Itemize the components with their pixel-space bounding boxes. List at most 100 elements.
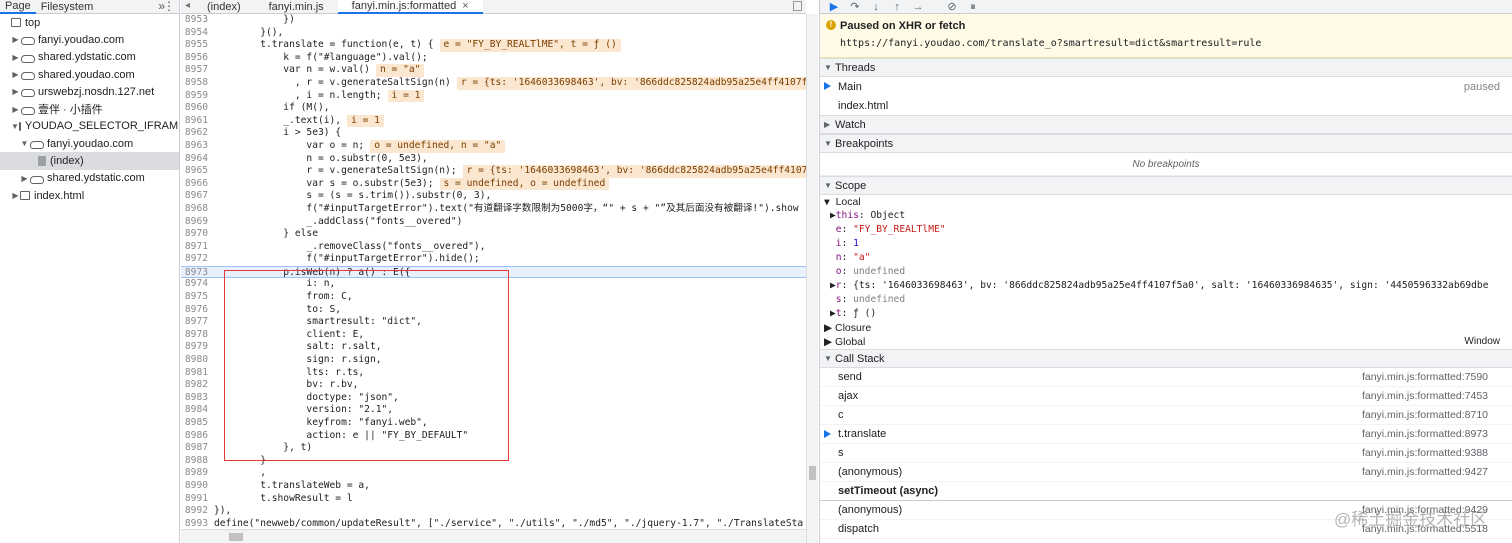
line-number[interactable]: 8971 <box>181 241 214 254</box>
call-frame[interactable]: (anonymous) fanyi.min.js:formatted:9427 <box>820 463 1512 482</box>
line-number[interactable]: 8973 <box>181 267 214 278</box>
line-number[interactable]: 8961 <box>181 115 214 128</box>
tab-fanyi-min-js[interactable]: fanyi.min.js <box>255 0 338 14</box>
line-number[interactable]: 8975 <box>181 291 214 304</box>
code-line[interactable]: 8971 _.removeClass("fonts__overed"), <box>181 241 806 254</box>
scope-variable[interactable]: ▶t: ƒ () <box>820 307 1512 321</box>
line-number[interactable]: 8988 <box>181 455 214 468</box>
line-number[interactable]: 8992 <box>181 505 214 518</box>
line-number[interactable]: 8963 <box>181 140 214 153</box>
frame-location[interactable]: fanyi.min.js:formatted:8973 <box>1362 428 1488 440</box>
deactivate-breakpoints-icon[interactable]: ⊘ <box>946 1 958 13</box>
line-number[interactable]: 8966 <box>181 178 214 191</box>
tree-item[interactable]: ▶ index.html <box>0 187 179 204</box>
line-number[interactable]: 8958 <box>181 77 214 90</box>
line-number[interactable]: 8959 <box>181 90 214 103</box>
code-line[interactable]: 8955 t.translate = function(e, t) {e = "… <box>181 39 806 52</box>
toggle-navigator-icon[interactable]: ◂ <box>185 0 190 11</box>
tree-item[interactable]: ▶ 壹伴 · 小插件 <box>0 100 179 117</box>
pause-on-exceptions-icon[interactable]: ⏸ <box>967 1 979 13</box>
tree-item[interactable]: ▶ shared.ydstatic.com <box>0 170 179 187</box>
collapsed-arrow-icon[interactable]: ▶ <box>11 87 20 96</box>
step-into-icon[interactable]: ↓ <box>870 1 882 13</box>
code-line[interactable]: 8959 , i = n.length; i = 1 <box>181 89 806 103</box>
code-line[interactable]: 8964 n = o.substr(0, 5e3), <box>181 153 806 166</box>
scope-closure[interactable]: ▶ Closure <box>820 321 1512 335</box>
close-tab-icon[interactable]: × <box>462 0 468 12</box>
line-number[interactable]: 8954 <box>181 27 214 40</box>
line-number[interactable]: 8968 <box>181 203 214 216</box>
code-line[interactable]: 8969 _.addClass("fonts__overed") <box>181 216 806 229</box>
thread-main[interactable]: Main paused <box>820 77 1512 96</box>
line-number[interactable]: 8974 <box>181 278 214 291</box>
line-number[interactable]: 8965 <box>181 165 214 178</box>
line-number[interactable]: 8991 <box>181 493 214 506</box>
line-number[interactable]: 8957 <box>181 64 214 77</box>
code-line[interactable]: 8960 if (M(), <box>181 102 806 115</box>
line-number[interactable]: 8969 <box>181 216 214 229</box>
call-frame[interactable]: s fanyi.min.js:formatted:9388 <box>820 444 1512 463</box>
code-line[interactable]: 8967 s = (s = s.trim()).substr(0, 3), <box>181 190 806 203</box>
tab-page[interactable]: Page <box>0 0 36 14</box>
line-number[interactable]: 8964 <box>181 153 214 166</box>
section-call-stack[interactable]: ▼ Call Stack <box>820 349 1512 368</box>
line-number[interactable]: 8977 <box>181 316 214 329</box>
line-number[interactable]: 8956 <box>181 52 214 65</box>
expand-arrow-icon[interactable]: ▼ <box>20 139 29 148</box>
scope-local[interactable]: ▼ Local <box>820 195 1512 209</box>
tree-item[interactable]: ▼ YOUDAO_SELECTOR_IFRAME (fa <box>0 118 179 135</box>
line-number[interactable]: 8976 <box>181 304 214 317</box>
line-number[interactable]: 8967 <box>181 190 214 203</box>
call-frame[interactable]: c fanyi.min.js:formatted:8710 <box>820 406 1512 425</box>
section-watch[interactable]: ▶ Watch <box>820 115 1512 134</box>
expand-arrow-icon[interactable]: ▼ <box>11 122 19 131</box>
tab-index[interactable]: (index) <box>193 0 255 14</box>
line-number[interactable]: 8979 <box>181 341 214 354</box>
step-out-icon[interactable]: ↑ <box>891 1 903 13</box>
frame-location[interactable]: fanyi.min.js:formatted:9427 <box>1362 466 1488 478</box>
tree-item[interactable]: ▶ shared.ydstatic.com <box>0 49 179 66</box>
scope-variable[interactable]: s: undefined <box>820 293 1512 307</box>
collapsed-arrow-icon[interactable]: ▶ <box>11 70 20 79</box>
section-scope[interactable]: ▼ Scope <box>820 176 1512 195</box>
line-number[interactable]: 8987 <box>181 442 214 455</box>
frame-location[interactable]: fanyi.min.js:formatted:7590 <box>1362 371 1488 383</box>
thread-index[interactable]: index.html <box>820 96 1512 115</box>
scope-variable[interactable]: e: "FY_BY_REALTlME" <box>820 223 1512 237</box>
tab-filesystem[interactable]: Filesystem <box>36 0 99 14</box>
section-threads[interactable]: ▼ Threads <box>820 58 1512 77</box>
call-frame[interactable]: ajax fanyi.min.js:formatted:7453 <box>820 387 1512 406</box>
code-line[interactable]: 8989 , <box>181 467 806 480</box>
scroll-thumb[interactable] <box>229 533 243 541</box>
tree-item[interactable]: top <box>0 14 179 31</box>
tree-item[interactable]: ▶ urswebzj.nosdn.127.net <box>0 83 179 100</box>
code-line[interactable]: 8962 i > 5e3) { <box>181 127 806 140</box>
resume-icon[interactable]: ▶ <box>828 1 840 13</box>
step-over-icon[interactable]: ↷ <box>849 1 861 13</box>
code-line[interactable]: 8966 var s = o.substr(5e3); s = undefined… <box>181 177 806 191</box>
vertical-scrollbar[interactable] <box>806 14 818 543</box>
collapsed-arrow-icon[interactable]: ▶ <box>11 53 20 62</box>
line-number[interactable]: 8981 <box>181 367 214 380</box>
step-icon[interactable]: → <box>912 1 924 13</box>
line-number[interactable]: 8993 <box>181 518 214 529</box>
tree-item[interactable]: (index) <box>0 152 179 170</box>
collapsed-arrow-icon[interactable]: ▶ <box>11 105 20 114</box>
code-line[interactable]: 8956 k = f("#language").val(); <box>181 52 806 65</box>
call-frame[interactable]: send fanyi.min.js:formatted:7590 <box>820 368 1512 387</box>
line-number[interactable]: 8982 <box>181 379 214 392</box>
frame-location[interactable]: fanyi.min.js:formatted:7453 <box>1362 390 1488 402</box>
tab-fanyi-min-js-formatted[interactable]: fanyi.min.js:formatted × <box>337 0 483 14</box>
collapsed-arrow-icon[interactable]: ▶ <box>11 35 20 44</box>
code-line[interactable]: 8990 t.translateWeb = a, <box>181 480 806 493</box>
code-line[interactable]: 8957 var n = w.val() n = "a" <box>181 64 806 77</box>
collapsed-arrow-icon[interactable]: ▶ <box>11 191 20 200</box>
line-number[interactable]: 8960 <box>181 102 214 115</box>
scroll-thumb[interactable] <box>809 466 816 480</box>
code-line[interactable]: 8953 }) <box>181 14 806 27</box>
collapsed-arrow-icon[interactable]: ▶ <box>20 174 29 183</box>
line-number[interactable]: 8970 <box>181 228 214 241</box>
line-number[interactable]: 8972 <box>181 253 214 266</box>
line-number[interactable]: 8978 <box>181 329 214 342</box>
scope-variable[interactable]: n: "a" <box>820 251 1512 265</box>
